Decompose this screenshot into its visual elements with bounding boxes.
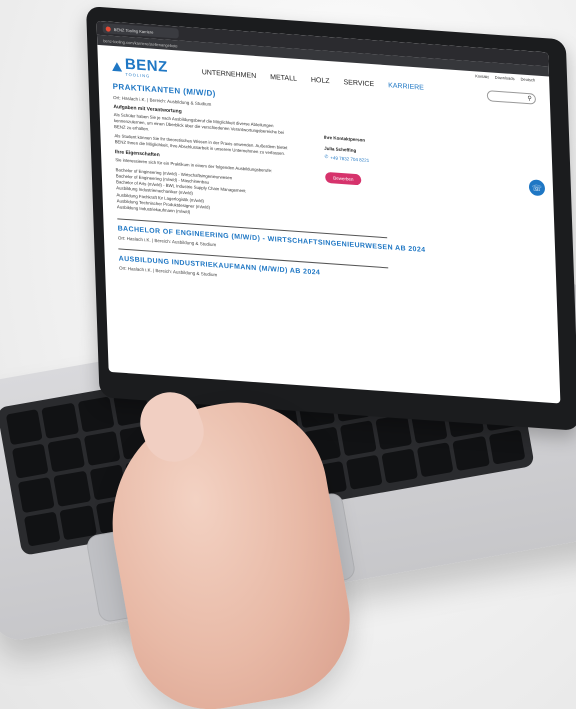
key bbox=[416, 441, 454, 478]
key bbox=[83, 430, 121, 467]
nav-unternehmen[interactable]: UNTERNEHMEN bbox=[202, 69, 257, 80]
logo-triangle-icon bbox=[111, 61, 123, 72]
key bbox=[339, 420, 377, 456]
key bbox=[77, 396, 115, 433]
laptop-lid: BENZ Tooling Karriere benz-tooling.com/k… bbox=[86, 6, 576, 431]
key bbox=[23, 510, 61, 547]
key bbox=[53, 470, 91, 507]
website: Kontakt Downloads Deutsch ⚲ BENZ TOOLING bbox=[97, 45, 557, 312]
contact-card: Ihre Kontaktperson Julia Scheffing ✆ +49… bbox=[324, 135, 416, 190]
browser-tab-title: BENZ Tooling Karriere bbox=[113, 26, 154, 35]
key bbox=[47, 436, 85, 473]
contact-label: Ihre Kontaktperson bbox=[323, 134, 366, 143]
contact-phone-number: +49 7832 704 8221 bbox=[330, 154, 370, 163]
key bbox=[452, 435, 490, 472]
key bbox=[11, 443, 49, 479]
laptop-screen: BENZ Tooling Karriere benz-tooling.com/k… bbox=[96, 20, 561, 404]
apply-button[interactable]: Bewerben bbox=[325, 171, 362, 186]
nav-service[interactable]: SERVICE bbox=[343, 79, 374, 88]
key bbox=[59, 504, 97, 541]
search-icon: ⚲ bbox=[527, 95, 532, 102]
benz-logo[interactable]: BENZ TOOLING bbox=[111, 56, 169, 80]
laptop: BENZ Tooling Karriere benz-tooling.com/k… bbox=[0, 0, 576, 709]
top-link-kontakt[interactable]: Kontakt bbox=[475, 73, 489, 79]
key bbox=[41, 402, 79, 439]
nav-metall[interactable]: METALL bbox=[270, 73, 297, 82]
nav-holz[interactable]: HOLZ bbox=[311, 76, 330, 84]
key bbox=[381, 447, 419, 484]
favicon-icon bbox=[105, 25, 111, 32]
key bbox=[345, 454, 383, 490]
nav-karriere[interactable]: KARRIERE bbox=[388, 82, 424, 92]
key bbox=[5, 409, 43, 445]
photo-scene: BENZ Tooling Karriere benz-tooling.com/k… bbox=[0, 0, 576, 709]
phone-icon: ✆ bbox=[324, 153, 329, 160]
key bbox=[488, 429, 526, 465]
key bbox=[375, 413, 413, 450]
language-selector[interactable]: Deutsch bbox=[520, 77, 535, 83]
job-posting: PRAKTIKANTEN (M/W/D) Ort: Haslach i.K. |… bbox=[112, 80, 542, 301]
key bbox=[17, 477, 55, 513]
